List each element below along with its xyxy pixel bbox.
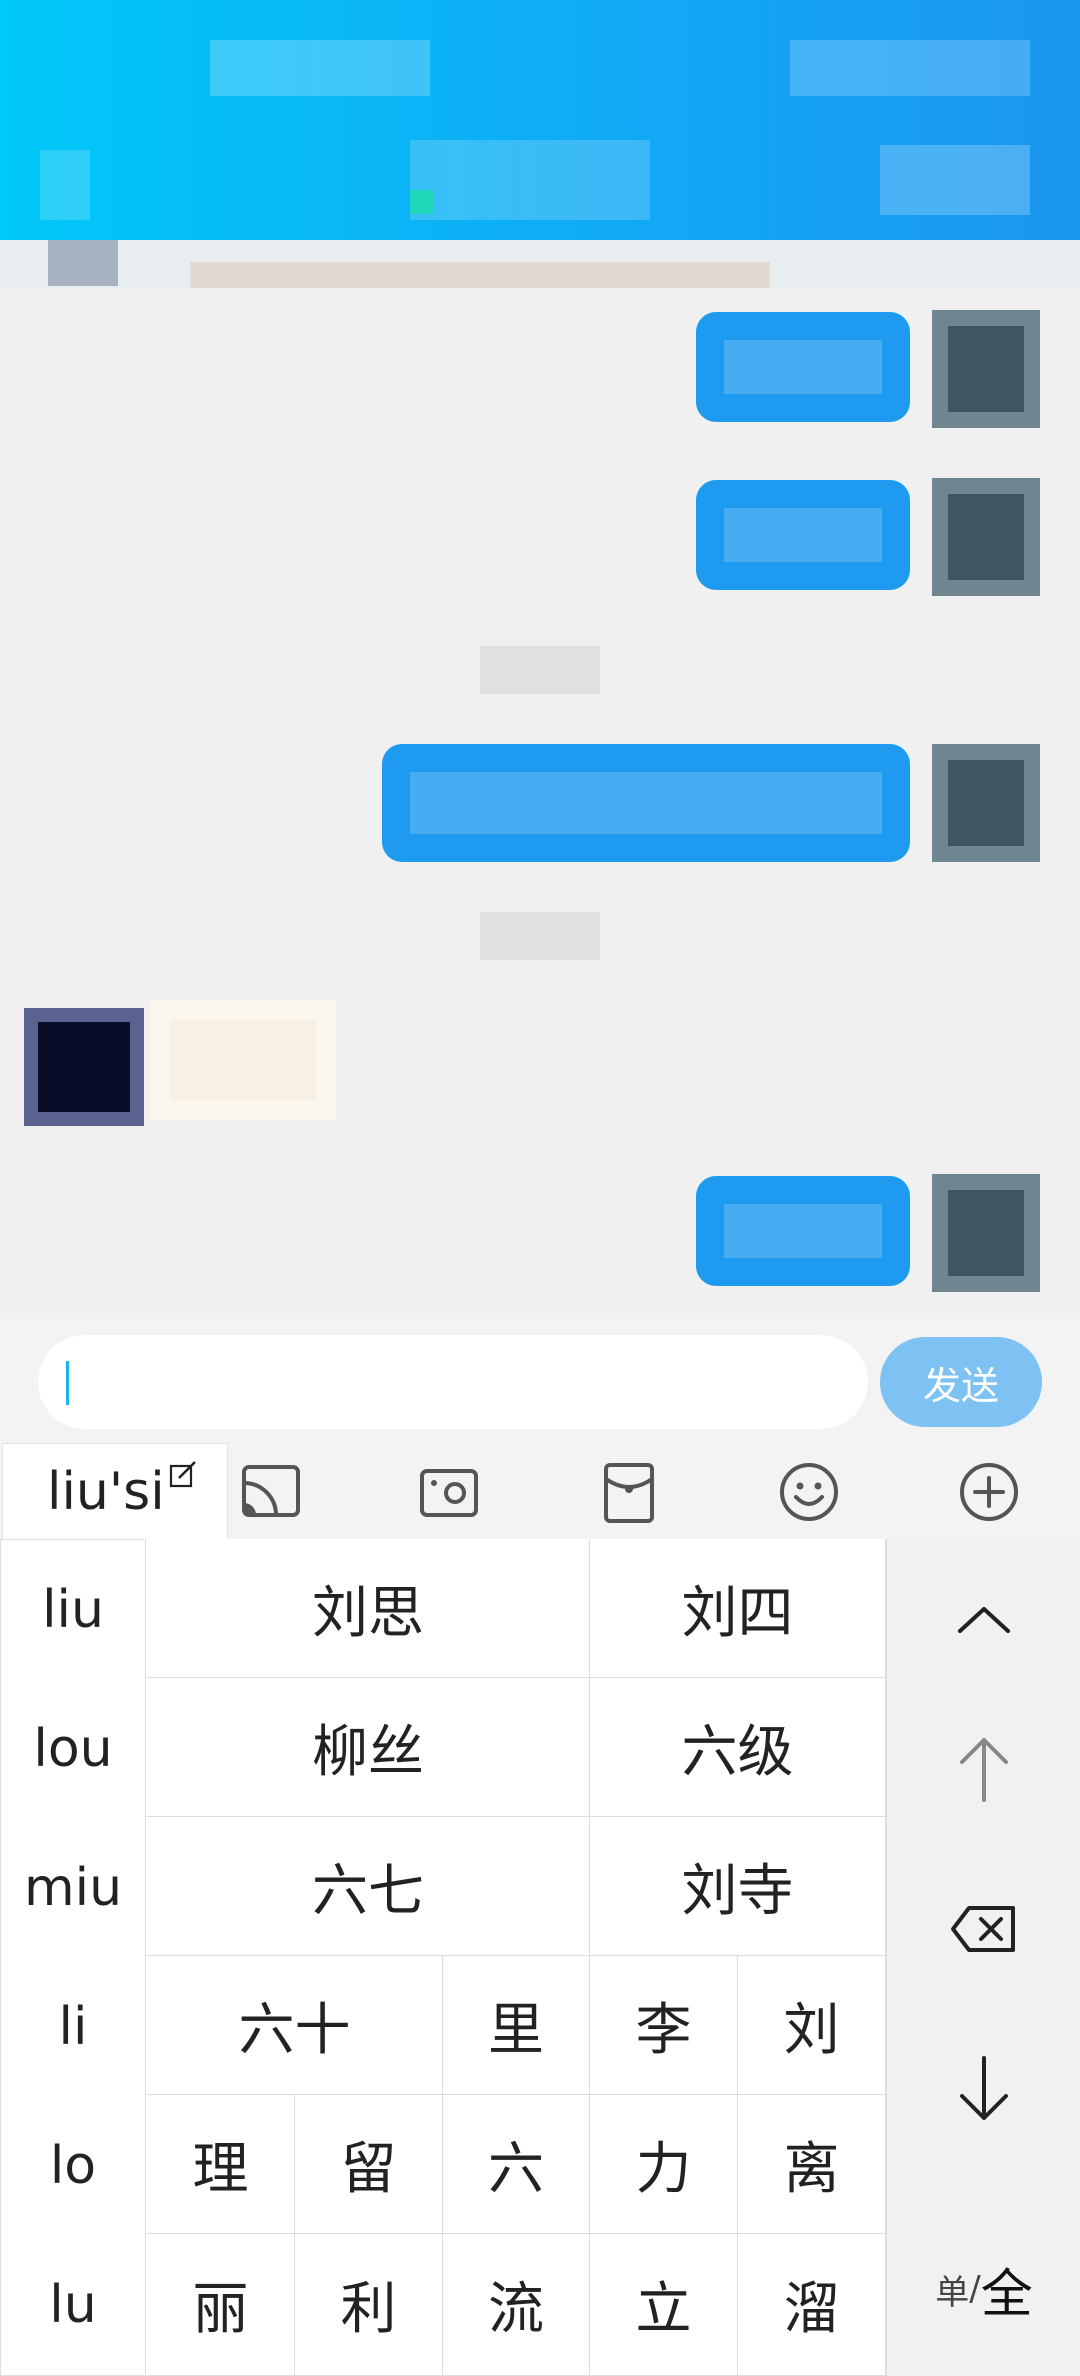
pinyin-composition[interactable]: liu'si	[2, 1443, 228, 1539]
add-circle-icon[interactable]	[958, 1461, 1020, 1523]
candidate-word[interactable]: 六七	[147, 1817, 590, 1956]
outgoing-message-bubble[interactable]	[382, 744, 910, 862]
ime-toolbar: liu'si	[0, 1443, 1080, 1539]
red-packet-icon[interactable]	[598, 1461, 660, 1523]
mode-separator: /	[969, 2269, 981, 2309]
chevron-up-icon	[958, 1607, 1010, 1633]
text-caret	[66, 1361, 69, 1405]
my-avatar[interactable]	[932, 478, 1040, 596]
pinyin-options-column: liu lou miu li lo lu	[0, 1539, 146, 2376]
candidate-word[interactable]: 刘	[738, 1956, 886, 2095]
collapse-candidates-button[interactable]	[887, 1559, 1080, 1679]
candidate-word[interactable]: 刘寺	[590, 1817, 886, 1956]
candidate-word[interactable]: 离	[738, 2095, 886, 2234]
pinyin-option[interactable]: lo	[1, 2096, 145, 2235]
pinyin-text: liu'si	[47, 1461, 165, 1522]
candidate-word[interactable]: 丽	[147, 2234, 295, 2376]
shift-button[interactable]	[887, 1709, 1080, 1829]
candidate-word[interactable]: 流	[443, 2234, 590, 2376]
back-button-obscured[interactable]	[40, 150, 90, 220]
arrow-down-icon	[960, 2056, 1008, 2120]
subbar-strip-obscured	[190, 262, 770, 288]
arrow-up-icon	[960, 1738, 1008, 1802]
header-title-obscured	[210, 40, 430, 96]
full-width-label: 全	[980, 2264, 1033, 2325]
contact-avatar[interactable]	[24, 1008, 144, 1126]
message-composer: 发送	[0, 1313, 1080, 1443]
pinyin-option[interactable]: lu	[1, 2235, 145, 2374]
header-subtitle-obscured	[410, 140, 650, 220]
pinyin-option[interactable]: miu	[1, 1818, 145, 1957]
enter-button[interactable]	[887, 2029, 1080, 2149]
cast-icon[interactable]	[240, 1461, 302, 1523]
candidate-word[interactable]: 李	[590, 1956, 738, 2095]
outgoing-message-bubble[interactable]	[696, 480, 910, 590]
pinyin-option[interactable]: liu	[1, 1540, 145, 1679]
backspace-icon	[951, 1906, 1015, 1952]
pinyin-option[interactable]: lou	[1, 1679, 145, 1818]
send-button[interactable]: 发送	[880, 1337, 1042, 1427]
candidate-word[interactable]: 里	[443, 1956, 590, 2095]
chat-screen: 发送 liu'si liu lou miu li lo lu 刘思 刘四 柳丝 …	[0, 0, 1080, 2376]
candidate-word[interactable]: 柳丝	[147, 1678, 590, 1817]
header-subbar	[0, 240, 1080, 288]
candidate-word[interactable]: 刘四	[590, 1539, 886, 1678]
candidate-word[interactable]: 立	[590, 2234, 738, 2376]
candidate-word[interactable]: 六级	[590, 1678, 886, 1817]
chat-header	[0, 0, 1080, 262]
candidate-word[interactable]: 力	[590, 2095, 738, 2234]
emoji-icon[interactable]	[778, 1461, 840, 1523]
candidate-word[interactable]: 溜	[738, 2234, 886, 2376]
outgoing-message-bubble[interactable]	[696, 312, 910, 422]
candidate-word[interactable]: 利	[295, 2234, 443, 2376]
half-width-label: 单	[935, 2272, 970, 2313]
candidate-keyboard: liu lou miu li lo lu 刘思 刘四 柳丝 六级 六七 刘寺 六…	[0, 1539, 1080, 2376]
pinyin-option[interactable]: li	[1, 1957, 145, 2096]
keyboard-function-column: 单 / 全	[886, 1539, 1080, 2376]
subbar-avatar-obscured	[48, 240, 118, 286]
header-action-obscured[interactable]	[880, 145, 1030, 215]
message-input[interactable]	[38, 1335, 868, 1429]
half-full-width-toggle[interactable]: 单 / 全	[887, 2239, 1080, 2339]
timestamp-obscured	[480, 646, 600, 694]
candidate-word[interactable]: 六	[443, 2095, 590, 2234]
incoming-message-bubble[interactable]	[150, 1000, 336, 1120]
candidate-word[interactable]: 理	[147, 2095, 295, 2234]
my-avatar[interactable]	[932, 1174, 1040, 1292]
candidate-word[interactable]: 留	[295, 2095, 443, 2234]
timestamp-obscured	[480, 912, 600, 960]
message-list[interactable]	[0, 288, 1080, 1313]
backspace-button[interactable]	[887, 1869, 1080, 1989]
candidate-word[interactable]: 六十	[147, 1956, 443, 2095]
outgoing-message-bubble[interactable]	[696, 1176, 910, 1286]
online-status-dot	[410, 190, 434, 214]
header-right-obscured[interactable]	[790, 40, 1030, 96]
candidate-word[interactable]: 刘思	[147, 1539, 590, 1678]
camera-icon[interactable]	[418, 1461, 480, 1523]
my-avatar[interactable]	[932, 744, 1040, 862]
my-avatar[interactable]	[932, 310, 1040, 428]
edit-icon[interactable]	[169, 1460, 197, 1488]
